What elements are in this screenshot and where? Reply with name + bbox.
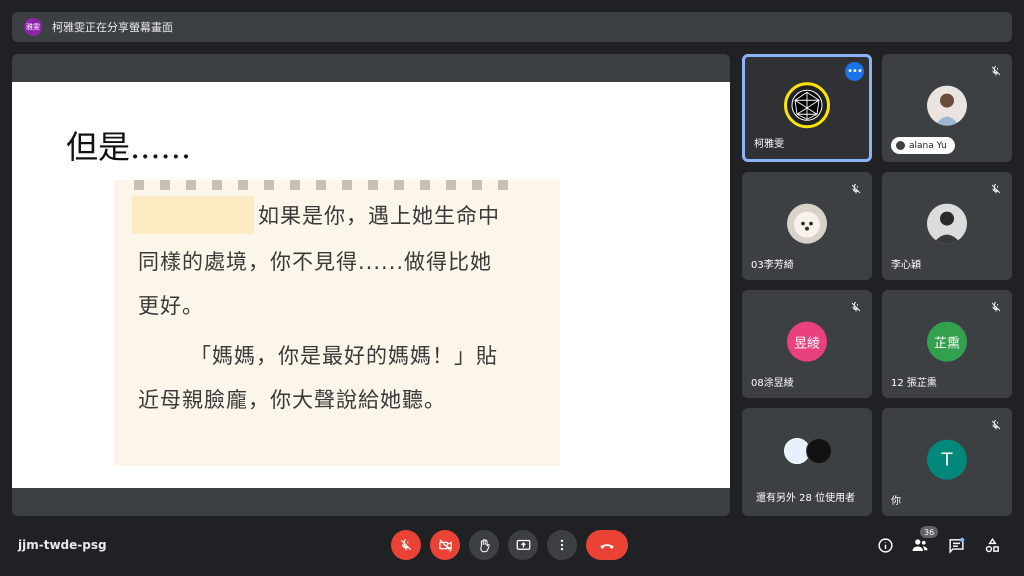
hand-icon	[479, 538, 490, 552]
participant-tile[interactable]: 李心穎	[882, 172, 1012, 280]
info-icon	[877, 537, 893, 553]
participant-tile[interactable]: alana Yu	[882, 54, 1012, 162]
chat-button[interactable]	[946, 535, 966, 555]
participant-name: 柯雅雯	[754, 139, 784, 150]
participant-tile[interactable]: 03李芳綺	[742, 172, 872, 280]
initials-avatar: 昱綾	[787, 321, 827, 362]
leave-call-button[interactable]	[586, 530, 628, 560]
presenter-avatar: 雅雯	[24, 18, 42, 36]
book-excerpt: 如果是你，遇上她生命中 同樣的處境，你不見得......做得比她 更好。 「媽媽…	[114, 180, 560, 466]
hang-up-icon	[600, 544, 614, 549]
more-options-button[interactable]	[547, 530, 577, 560]
people-icon	[912, 539, 928, 551]
participant-tile[interactable]: 昱綾 08涂昱綾	[742, 290, 872, 398]
activities-button[interactable]	[982, 535, 1002, 555]
mic-toggle-button[interactable]	[391, 530, 421, 560]
more-options-button[interactable]: •••	[845, 62, 864, 81]
mic-off-icon	[400, 539, 412, 551]
camera-toggle-button[interactable]	[430, 530, 460, 560]
initials-avatar: 芷熏	[927, 321, 967, 362]
speaker-name-chip: alana Yu	[891, 137, 955, 154]
slide-title: 但是......	[66, 128, 192, 166]
highlight-box	[132, 196, 254, 234]
participant-name: 03李芳綺	[751, 260, 794, 271]
self-tile[interactable]: T 你	[882, 408, 1012, 516]
participant-name: alana Yu	[909, 140, 947, 151]
presenting-status-text: 柯雅雯正在分享螢幕畫面	[52, 21, 173, 34]
slide: 但是...... 如果是你，遇上她生命中 同樣的處境，你不見得......做得比…	[12, 82, 730, 488]
participant-tile-presenter[interactable]: ••• 柯雅雯	[742, 54, 872, 162]
cut-text-line	[134, 180, 514, 190]
mic-off-icon	[987, 416, 1005, 434]
participant-name: 08涂昱綾	[751, 378, 794, 389]
excerpt-line: 近母親臉龐，你大聲說給她聽。	[138, 388, 446, 412]
participant-tile[interactable]: 芷熏 12 張芷熏	[882, 290, 1012, 398]
excerpt-line: 如果是你，遇上她生命中	[258, 204, 500, 228]
others-avatar-2	[806, 438, 832, 464]
initials-avatar: T	[927, 439, 967, 480]
shared-screen: 但是...... 如果是你，遇上她生命中 同樣的處境，你不見得......做得比…	[12, 54, 730, 516]
mic-off-icon	[987, 180, 1005, 198]
camera-off-icon	[438, 538, 452, 552]
present-screen-button[interactable]	[508, 530, 538, 560]
excerpt-line: 「媽媽，你是最好的媽媽！」貼	[190, 344, 498, 368]
chat-icon	[948, 537, 964, 554]
participant-count-badge: 36	[920, 526, 939, 538]
excerpt-line: 同樣的處境，你不見得......做得比她	[138, 250, 493, 274]
profile-photo-avatar	[927, 85, 967, 126]
others-tile[interactable]: 還有另外 28 位使用者	[742, 408, 872, 516]
globe-logo-icon	[784, 82, 830, 129]
presentation-banner: 雅雯 柯雅雯正在分享螢幕畫面	[12, 12, 1012, 42]
mic-off-icon	[987, 298, 1005, 316]
participant-name: 李心穎	[891, 260, 921, 271]
activities-icon	[985, 537, 999, 552]
meeting-details-button[interactable]	[875, 535, 895, 555]
meeting-code: jjm-twde-psg	[18, 538, 107, 552]
mic-off-icon	[987, 62, 1005, 80]
dog-photo-avatar	[787, 203, 827, 244]
participant-name: 你	[891, 496, 901, 507]
chip-avatar	[896, 141, 905, 150]
raise-hand-button[interactable]	[469, 530, 499, 560]
participant-name: 12 張芷熏	[891, 378, 937, 389]
people-button[interactable]	[910, 535, 930, 555]
present-icon	[516, 539, 530, 550]
mic-off-icon	[847, 180, 865, 198]
more-vert-icon	[560, 539, 564, 551]
profile-photo-avatar	[927, 203, 967, 244]
mic-off-icon	[847, 298, 865, 316]
excerpt-line: 更好。	[138, 294, 204, 318]
others-count-label: 還有另外 28 位使用者	[756, 493, 856, 504]
